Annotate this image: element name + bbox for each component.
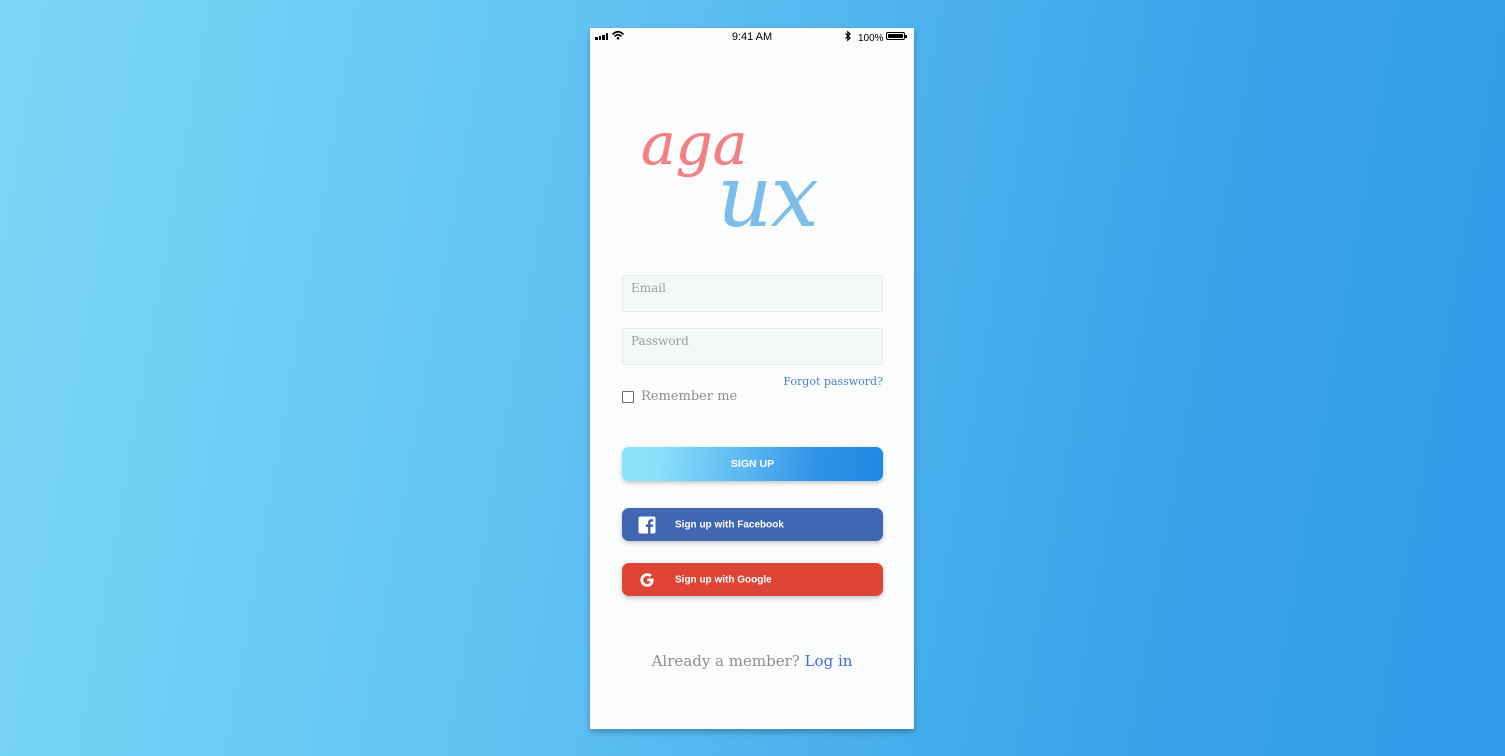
phone-frame: 9:41 AM 100% aga ux Forgot password? Rem…: [590, 28, 914, 729]
sign-up-label: SIGN UP: [730, 458, 775, 470]
sign-up-button[interactable]: SIGN UP: [622, 447, 883, 481]
google-icon: [640, 572, 654, 587]
email-field[interactable]: [622, 275, 883, 312]
log-in-link[interactable]: Log in: [805, 652, 853, 670]
remember-me-label: Remember me: [641, 389, 738, 404]
email-input[interactable]: [623, 276, 882, 311]
footer: Already a member? Log in: [590, 652, 914, 670]
logo: aga ux: [635, 108, 875, 248]
facebook-icon: [638, 516, 656, 534]
logo-text-bottom: ux: [717, 147, 818, 247]
facebook-sign-up-button[interactable]: Sign up with Facebook: [622, 508, 883, 541]
already-member-text: Already a member?: [651, 652, 800, 670]
checkbox-icon[interactable]: [622, 390, 634, 403]
facebook-sign-up-label: Sign up with Facebook: [675, 519, 784, 530]
battery-percent: 100%: [858, 33, 884, 44]
status-bar: 9:41 AM 100%: [590, 28, 914, 46]
bluetooth-icon: [845, 30, 851, 42]
password-input[interactable]: [623, 329, 882, 364]
battery-icon: [886, 32, 907, 40]
remember-me[interactable]: Remember me: [622, 389, 737, 404]
forgot-password-link[interactable]: Forgot password?: [783, 375, 883, 388]
google-sign-up-label: Sign up with Google: [675, 574, 772, 585]
google-sign-up-button[interactable]: Sign up with Google: [622, 563, 883, 596]
password-field[interactable]: [622, 328, 883, 365]
